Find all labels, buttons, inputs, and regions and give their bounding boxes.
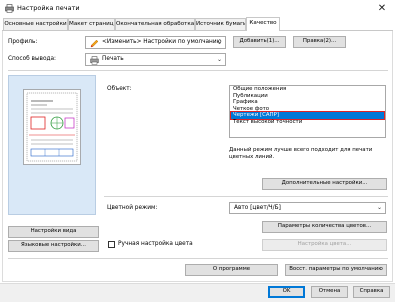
title-bar: Настройка печати ✕ — [0, 0, 395, 17]
window-title: Настройка печати — [17, 4, 80, 12]
help-button[interactable]: Справка — [353, 286, 390, 298]
tab-quality[interactable]: Качество — [246, 17, 280, 31]
color-count-params-button[interactable]: Параметры количества цветов... — [262, 221, 387, 233]
output-method-label: Способ вывода: — [8, 56, 57, 62]
edit-profile-button[interactable]: Правка(2)... — [293, 36, 346, 48]
tab-finishing[interactable]: Окончательная обработка — [115, 18, 195, 30]
output-method-select[interactable]: Печать ⌄ — [85, 53, 226, 66]
profile-label: Профиль: — [8, 39, 38, 45]
separator — [104, 196, 388, 197]
chevron-down-icon: ⌄ — [216, 39, 222, 46]
advanced-settings-button[interactable]: Дополнительные настройки... — [262, 178, 387, 190]
view-settings-button[interactable]: Настройки вида — [8, 226, 99, 238]
tab-page-layout[interactable]: Макет страницы — [68, 18, 115, 30]
manual-color-checkbox[interactable] — [108, 241, 115, 248]
color-mode-value: Авто [цвет/Ч/Б] — [234, 205, 281, 211]
object-list[interactable]: Общие положения Публикации Графика Четко… — [229, 85, 386, 138]
chevron-down-icon: ⌄ — [376, 204, 382, 211]
printer-app-icon — [5, 4, 14, 13]
profile-select[interactable]: <Изменить> Настройки по умолчанию ⌄ — [85, 36, 226, 49]
object-label: Объект: — [107, 86, 132, 92]
object-description: Данный режим лучше всего подходит для пе… — [229, 147, 373, 160]
color-settings-button[interactable]: Настройка цвета... — [262, 239, 387, 251]
list-item[interactable]: Текст высокой точности — [231, 119, 384, 126]
ok-button[interactable]: OK — [268, 286, 305, 298]
restore-defaults-button[interactable]: Восст. параметры по умолчанию — [285, 264, 387, 276]
manual-color-label: Ручная настройка цвета — [118, 241, 193, 247]
separator — [8, 70, 388, 71]
edit-pencil-icon — [90, 39, 99, 48]
profile-value: <Изменить> Настройки по умолчанию — [102, 39, 222, 45]
tab-paper-source[interactable]: Источник бумаги — [195, 18, 246, 30]
close-icon[interactable]: ✕ — [376, 3, 388, 15]
about-button[interactable]: О программе — [185, 264, 278, 276]
page-preview — [8, 75, 96, 215]
color-mode-label: Цветной режим: — [107, 205, 158, 211]
separator — [8, 258, 388, 259]
output-method-value: Печать — [102, 56, 124, 62]
document-preview-icon — [23, 89, 81, 165]
tab-basic-settings[interactable]: Основные настройки — [3, 18, 68, 30]
cancel-button[interactable]: Отмена — [311, 286, 348, 298]
language-settings-button[interactable]: Языковые настройки... — [8, 240, 99, 252]
add-profile-button[interactable]: Добавить(1)... — [233, 36, 286, 48]
chevron-down-icon: ⌄ — [216, 56, 222, 63]
color-mode-select[interactable]: Авто [цвет/Ч/Б] ⌄ — [229, 202, 386, 214]
printer-icon — [90, 56, 99, 65]
